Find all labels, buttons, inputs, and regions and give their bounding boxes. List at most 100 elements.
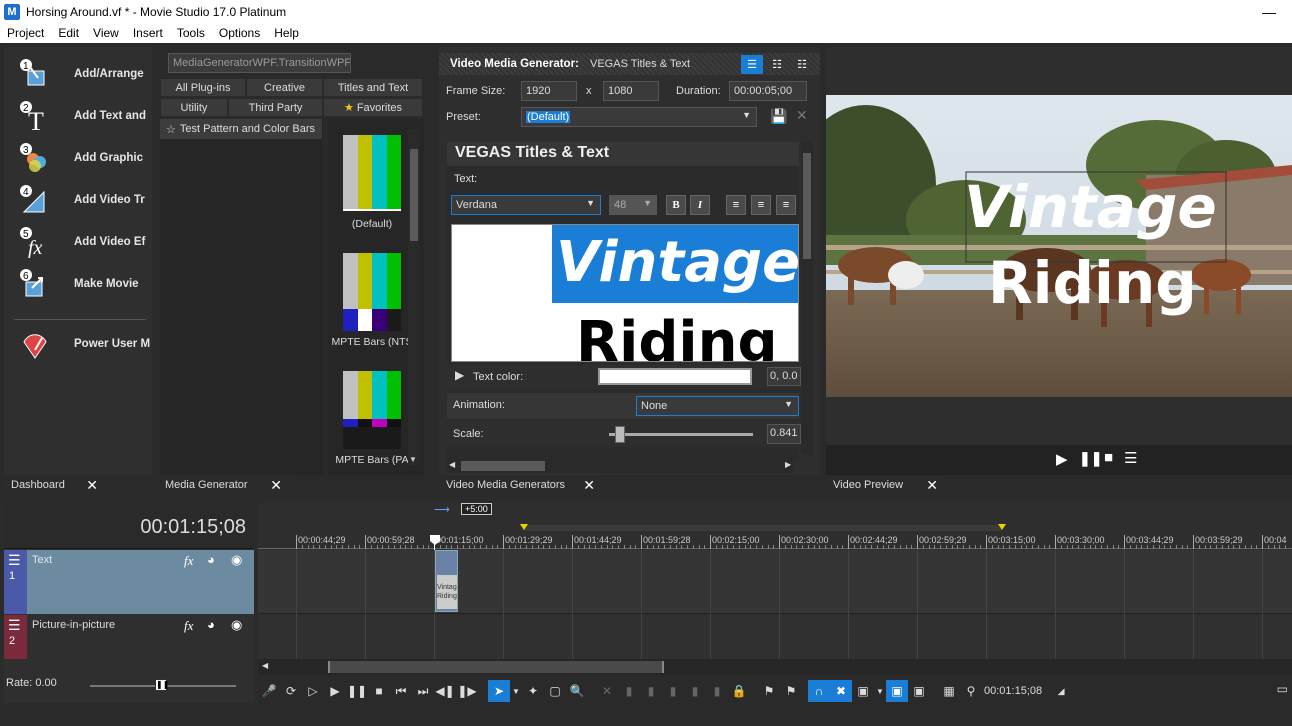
rate-slider-handle[interactable]: ❚❚ (155, 679, 169, 691)
dash-add-graphic[interactable]: 3 Add Graphic (18, 141, 152, 175)
scroll-thumb[interactable] (410, 149, 418, 241)
scroll-thumb[interactable] (328, 661, 664, 673)
text-edit-area[interactable]: Vintage Riding (451, 224, 799, 362)
track-menu-icon[interactable]: ☰ (8, 617, 21, 634)
vmg-vertical-scrollbar[interactable] (801, 141, 813, 455)
insert-marker-icon[interactable]: ⚑ (758, 680, 780, 702)
loop-icon[interactable]: ⟳ (280, 680, 302, 702)
scroll-right-icon[interactable]: ▶ (785, 460, 791, 469)
preset-smpte-ntsc[interactable]: MPTE Bars (NTS (331, 253, 413, 348)
loop-region[interactable] (522, 525, 1002, 531)
track-menu-icon[interactable]: ☰ (8, 552, 21, 569)
fullscreen-icon[interactable]: ▭ (1277, 682, 1288, 696)
menu-view[interactable]: View (86, 26, 126, 40)
animation-select[interactable]: None ▼ (636, 396, 799, 416)
scale-slider-handle[interactable] (615, 426, 626, 443)
tab-media-generator[interactable]: Media Generator ✕ (158, 476, 290, 494)
selection-tool-icon[interactable]: ▢ (544, 680, 566, 702)
record-icon[interactable]: 🎤 (258, 680, 280, 702)
minimize-button[interactable]: — (1246, 0, 1292, 23)
trim-icon[interactable]: ▮ (618, 680, 640, 702)
auto-crossfade-icon[interactable]: ✖ (830, 680, 852, 702)
align-left-icon[interactable]: ≡ (726, 195, 746, 215)
insert-region-icon[interactable]: ⚑ (780, 680, 802, 702)
thumbs-scrollbar[interactable]: ▼ (408, 129, 420, 465)
save-preset-icon[interactable]: 💾 (770, 108, 787, 125)
loop-start-marker[interactable] (520, 524, 528, 530)
play-icon[interactable]: ▶ (1056, 450, 1068, 468)
tab-titles-and-text[interactable]: Titles and Text (323, 78, 423, 97)
pause-icon[interactable]: ❚❚ (1079, 450, 1102, 467)
corner-handle-icon[interactable]: ◢ (1050, 680, 1072, 702)
text-color-swatch[interactable] (598, 368, 752, 385)
close-icon[interactable]: ✕ (926, 477, 938, 494)
track-name[interactable]: Text (32, 554, 52, 566)
view-mode-list-icon[interactable]: ☰ (741, 55, 763, 74)
close-icon[interactable]: ✕ (86, 477, 98, 494)
play-from-start-icon[interactable]: ▷ (302, 680, 324, 702)
envelope-tool-icon[interactable]: ✦ (522, 680, 544, 702)
menu-options[interactable]: Options (212, 26, 267, 40)
menu-project[interactable]: Project (0, 26, 51, 40)
horizontal-scrollbar[interactable]: ◀ ▶ (447, 459, 793, 473)
lock-icon[interactable]: 🔒 (728, 680, 750, 702)
composite-mode-icon[interactable]: ◕ (207, 552, 215, 567)
menu-insert[interactable]: Insert (126, 26, 170, 40)
play-icon[interactable]: ▶ (324, 680, 346, 702)
delete-preset-icon[interactable]: ✕ (796, 107, 808, 124)
stop-icon[interactable]: ■ (1104, 449, 1113, 466)
text-clip[interactable]: Vintage Riding (435, 550, 458, 612)
expand-icon[interactable]: ▶ (455, 368, 464, 382)
italic-button[interactable]: I (690, 195, 710, 215)
preset-smpte-pal[interactable]: MPTE Bars (PA (335, 371, 409, 466)
align-center-icon[interactable]: ≡ (751, 195, 771, 215)
tab-all-plugins[interactable]: All Plug-ins (160, 78, 246, 97)
text-color-value[interactable]: 0, 0.0 (767, 367, 801, 386)
tab-video-preview[interactable]: Video Preview ✕ (826, 476, 946, 494)
tab-favorites[interactable]: ★ Favorites (323, 98, 423, 117)
lock-envelopes-icon[interactable]: ▣ (886, 680, 908, 702)
track-manager-icon[interactable]: ▦ (938, 680, 960, 702)
scroll-left-icon[interactable]: ◀ (449, 460, 455, 469)
timeline-scrollbar[interactable]: ◀ (258, 659, 1292, 675)
dash-make-movie[interactable]: 6 Make Movie (18, 267, 152, 301)
solo-icon[interactable]: ◉ (231, 617, 242, 633)
tree-item-test-pattern[interactable]: ☆ Test Pattern and Color Bars (160, 119, 322, 139)
font-size-select[interactable]: 48 ▼ (609, 195, 657, 215)
close-icon[interactable]: ✕ (583, 477, 595, 494)
dash-add-transition[interactable]: 4 Add Video Tr (18, 183, 152, 217)
trim-end-icon[interactable]: ▮ (662, 680, 684, 702)
view-mode-details-icon[interactable]: ☷ (791, 55, 813, 74)
frame-width-input[interactable]: 1920 (521, 81, 577, 101)
next-frame-icon[interactable]: ❚▶ (456, 680, 478, 702)
menu-tools[interactable]: Tools (170, 26, 212, 40)
preset-default[interactable]: (Default) (343, 135, 401, 230)
go-to-start-icon[interactable]: ⏮ (390, 680, 412, 702)
tab-third-party[interactable]: Third Party (228, 98, 323, 117)
normal-edit-tool-icon[interactable]: ➤ (488, 680, 510, 702)
scroll-thumb[interactable] (803, 153, 811, 259)
delete-icon[interactable]: ✕ (596, 680, 618, 702)
bold-button[interactable]: B (666, 195, 686, 215)
ripple-edit-icon[interactable]: ▣ (852, 680, 874, 702)
align-right-icon[interactable]: ≡ (776, 195, 796, 215)
preset-select[interactable]: (Default) ▼ (521, 107, 757, 127)
loop-end-marker[interactable] (998, 524, 1006, 530)
ripple-icon[interactable]: ▮ (706, 680, 728, 702)
tab-utility[interactable]: Utility (160, 98, 228, 117)
scroll-thumb[interactable] (461, 461, 545, 471)
menu-edit[interactable]: Edit (51, 26, 86, 40)
tab-video-media-generators[interactable]: Video Media Generators ✕ (439, 476, 603, 494)
search-input[interactable]: MediaGeneratorWPF.TransitionWPF (168, 53, 351, 73)
tab-creative[interactable]: Creative (246, 78, 323, 97)
dash-add-arrange[interactable]: 1 Add/Arrange (18, 57, 152, 91)
chevron-down-icon[interactable]: ▼ (874, 680, 886, 702)
scroll-down-icon[interactable]: ▼ (409, 455, 417, 464)
pause-icon[interactable]: ❚❚ (346, 680, 368, 702)
close-icon[interactable]: ✕ (270, 477, 282, 494)
view-mode-grid-icon[interactable]: ☷ (766, 55, 788, 74)
ignore-grouping-icon[interactable]: ▣ (908, 680, 930, 702)
zoom-tool-icon[interactable]: 🔍 (566, 680, 588, 702)
scroll-left-icon[interactable]: ◀ (262, 661, 268, 670)
time-ruler[interactable]: 00:00:44;29 00:00:59;28 00:01:15;00 00:01:2… (258, 535, 1292, 549)
